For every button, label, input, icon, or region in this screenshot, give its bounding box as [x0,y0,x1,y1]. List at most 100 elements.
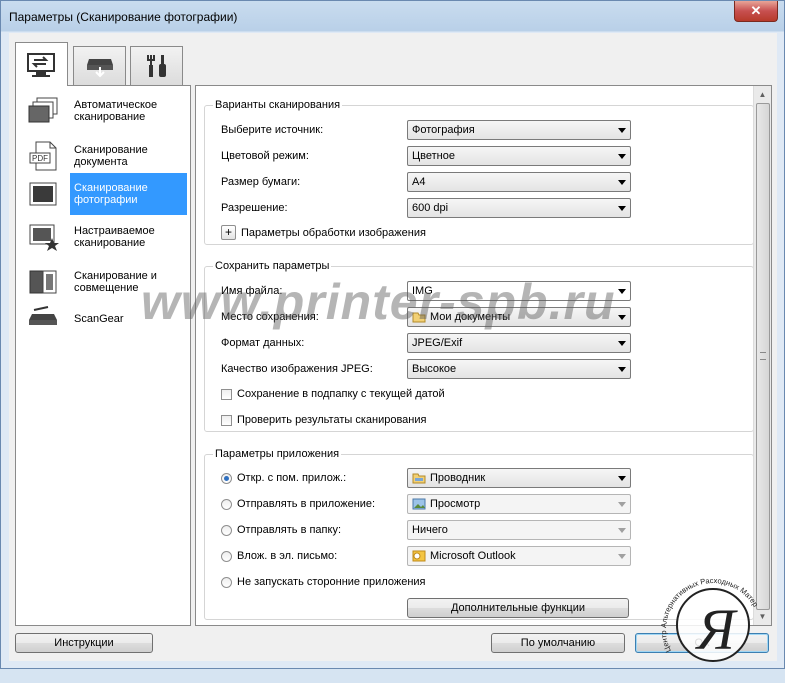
group-title: Варианты сканирования [213,99,343,111]
expand-image-processing-button[interactable]: + [221,225,236,240]
mode-stitch-scan[interactable]: Сканирование и совмещение [20,261,187,303]
mode-document-scan[interactable]: PDF Сканирование документа [20,135,187,177]
send-to-folder-radio[interactable] [221,525,232,536]
color-mode-label: Цветовой режим: [221,150,309,162]
attach-email-radio[interactable] [221,551,232,562]
settings-pane: Варианты сканирования Выберите источник:… [195,85,772,626]
resolution-select[interactable]: 600 dpi [407,198,631,218]
data-format-label: Формат данных: [221,337,305,349]
tools-icon [146,55,166,77]
send-to-app-label: Отправлять в приложение: [237,498,376,510]
grip-icon [760,352,766,360]
window-title: Параметры (Сканирование фотографии) [9,10,238,24]
attach-email-value: Microsoft Outlook [430,550,516,562]
scroll-up-icon[interactable]: ▲ [754,86,771,103]
group-title: Параметры приложения [213,448,342,460]
mode-photo-scan[interactable]: Сканирование фотографии [20,173,187,215]
more-functions-button[interactable]: Дополнительные функции [407,598,629,618]
source-value: Фотография [412,124,475,136]
ok-button[interactable]: ОК [635,633,769,653]
mode-auto-scan[interactable]: Автоматическое сканирование [20,90,187,132]
jpeg-quality-select[interactable]: Высокое [407,359,631,379]
dialog-body: Автоматическое сканирование PDF Сканиров… [9,33,777,661]
settings-window: Параметры (Сканирование фотографии) ✕ Ав… [0,0,785,669]
defaults-button[interactable]: По умолчанию [491,633,625,653]
resolution-label: Разрешение: [221,202,288,214]
stitch-icon [29,270,57,294]
outlook-icon [412,550,426,562]
mode-scangear[interactable]: ScanGear [20,298,187,340]
tab-scan-from-panel[interactable] [73,46,126,85]
send-to-folder-select[interactable]: Ничего [407,520,631,540]
chevron-down-icon [618,554,626,559]
open-with-app-select[interactable]: Проводник [407,468,631,488]
send-to-folder-label: Отправлять в папку: [237,524,342,536]
chevron-down-icon [618,154,626,159]
paper-size-select[interactable]: А4 [407,172,631,192]
open-with-app-value: Проводник [430,472,486,484]
color-mode-select[interactable]: Цветное [407,146,631,166]
folder-icon [412,312,426,323]
no-app-label: Не запускать сторонние приложения [237,576,426,588]
mode-label: Сканирование и совмещение [74,270,157,294]
instructions-button[interactable]: Инструкции [15,633,153,653]
chevron-down-icon [618,315,626,320]
send-to-app-select[interactable]: Просмотр [407,494,631,514]
paper-size-label: Размер бумаги: [221,176,301,188]
scangear-icon [29,306,57,325]
attach-email-select[interactable]: Microsoft Outlook [407,546,631,566]
open-with-app-radio[interactable] [221,473,232,484]
chevron-down-icon [618,476,626,481]
chevron-down-icon [618,528,626,533]
pdf-document-icon: PDF [29,141,57,171]
tab-scan-from-computer[interactable] [15,42,68,86]
image-processing-label: Параметры обработки изображения [241,227,426,239]
mode-custom-scan[interactable]: Настраиваемое сканирование [20,216,187,258]
chevron-down-icon [618,128,626,133]
attach-email-label: Влож. в эл. письмо: [237,550,338,562]
chevron-down-icon [618,502,626,507]
mode-label: Сканирование документа [74,144,148,168]
title-bar[interactable]: Параметры (Сканирование фотографии) ✕ [1,1,784,33]
subfolder-label: Сохранение в подпапку с текущей датой [237,388,445,400]
chevron-down-icon [618,180,626,185]
filename-value: IMG [412,285,433,297]
jpeg-quality-label: Качество изображения JPEG: [221,363,373,375]
chevron-down-icon [618,367,626,372]
save-location-label: Место сохранения: [221,311,319,323]
send-to-app-value: Просмотр [430,498,481,510]
scroll-down-icon[interactable]: ▼ [754,608,771,625]
vertical-scrollbar[interactable]: ▲ ▼ [753,86,771,625]
data-format-value: JPEG/Exif [412,337,463,349]
data-format-select[interactable]: JPEG/Exif [407,333,631,353]
scan-options-group: Варианты сканирования Выберите источник:… [204,99,754,245]
open-with-app-label: Откр. с пом. прилож.: [237,472,347,484]
close-button[interactable]: ✕ [734,1,778,22]
source-select[interactable]: Фотография [407,120,631,140]
chevron-down-icon [618,206,626,211]
save-settings-group: Сохранить параметры Имя файла: IMG Место… [204,260,754,432]
mode-label: Автоматическое сканирование [74,99,158,123]
check-results-checkbox[interactable] [221,415,232,426]
check-results-label: Проверить результаты сканирования [237,414,427,426]
auto-scan-icon [28,97,58,123]
save-location-select[interactable]: Мои документы [407,307,631,327]
color-mode-value: Цветное [412,150,455,162]
chevron-down-icon [618,341,626,346]
explorer-icon [412,473,426,484]
mode-label: Настраиваемое сканирование [74,225,155,249]
viewer-icon [412,498,426,510]
no-app-radio[interactable] [221,577,232,588]
scanner-icon [86,59,113,78]
chevron-down-icon [618,289,626,294]
jpeg-quality-value: Высокое [412,363,457,375]
paper-size-value: А4 [412,176,426,188]
tab-general-settings[interactable] [130,46,183,85]
subfolder-checkbox[interactable] [221,389,232,400]
send-to-app-radio[interactable] [221,499,232,510]
resolution-value: 600 dpi [412,202,449,214]
save-location-value: Мои документы [430,311,511,323]
scroll-thumb[interactable] [756,103,770,610]
filename-field[interactable]: IMG [407,281,631,301]
mode-label: ScanGear [74,313,124,325]
